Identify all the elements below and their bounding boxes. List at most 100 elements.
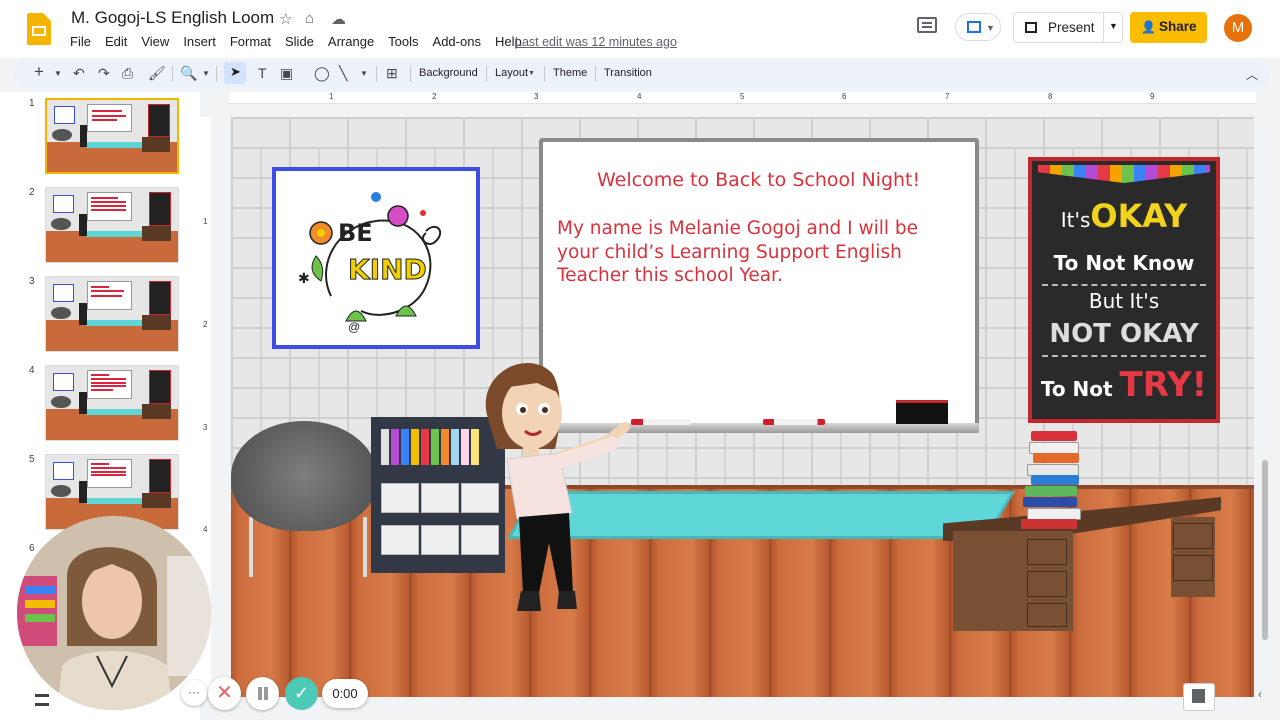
slide-canvas[interactable]: BE KIND ✱ @ Welcome to Back to School Ni…: [231, 117, 1254, 697]
poster-its: It's: [1060, 208, 1091, 232]
marker: [763, 419, 825, 425]
menu-file[interactable]: File: [70, 34, 91, 49]
text-box-icon[interactable]: T: [258, 65, 267, 81]
menu-view[interactable]: View: [141, 34, 169, 49]
menu-insert[interactable]: Insert: [183, 34, 216, 49]
slide-number: 5: [29, 454, 35, 465]
menu-arrange[interactable]: Arrange: [328, 34, 374, 49]
layout-button[interactable]: Layout: [495, 67, 528, 79]
line-chevron-icon[interactable]: ▼: [360, 69, 368, 78]
share-button[interactable]: 👤 Share: [1130, 12, 1207, 43]
poster-line4: NOT OKAY: [1049, 319, 1199, 349]
webcam-bubble[interactable]: [17, 516, 211, 710]
chevron-left-icon[interactable]: ‹: [1258, 687, 1262, 701]
image-icon[interactable]: ▣: [280, 65, 293, 82]
print-icon[interactable]: ⎙: [122, 65, 133, 82]
ruler-mark: 2: [432, 92, 437, 101]
present-label: Present: [1048, 20, 1095, 35]
ruler-mark: 3: [203, 423, 208, 432]
cloud-saved-icon[interactable]: ☁: [331, 10, 346, 28]
menu-edit[interactable]: Edit: [105, 34, 127, 49]
ruler-mark: 3: [534, 92, 539, 101]
redo-icon[interactable]: ↷: [98, 65, 110, 82]
slide-number: 6: [29, 543, 35, 554]
ruler-mark: 9: [1150, 92, 1155, 101]
slide-thumbnail-4[interactable]: [45, 365, 179, 441]
poster-try: TRY!: [1119, 365, 1208, 405]
slide-thumbnail-3[interactable]: [45, 276, 179, 352]
toolbar: + ▼ ↶ ↷ ⎙ 🖌 🔍 ▼ T ▣ ◯ ╲ ▼ ⊞ Background L…: [14, 60, 1270, 88]
last-edit-link[interactable]: Last edit was 12 minutes ago: [515, 35, 677, 49]
transition-button[interactable]: Transition: [604, 67, 652, 79]
new-slide-chevron-icon[interactable]: ▼: [54, 69, 62, 78]
cursor-icon: ➤: [230, 64, 241, 79]
present-to-meeting-icon: [967, 21, 981, 33]
svg-text:@: @: [348, 320, 360, 334]
poster-okay: OKAY: [1090, 197, 1188, 235]
ruler-mark: 4: [637, 92, 642, 101]
explore-icon[interactable]: [1183, 683, 1215, 711]
poster-line3: But It's: [1088, 289, 1160, 313]
menu-format[interactable]: Format: [230, 34, 271, 49]
share-label: Share: [1159, 19, 1197, 34]
ruler-mark: 1: [329, 92, 334, 101]
recording-cancel-button[interactable]: ✕: [208, 677, 241, 710]
svg-text:✱: ✱: [298, 270, 310, 286]
add-comment-icon[interactable]: ⊞: [386, 65, 398, 82]
be-kind-line2: KIND: [348, 253, 427, 286]
ruler-mark: 4: [203, 525, 208, 534]
collapse-toolbar-icon[interactable]: ︿: [1246, 66, 1258, 83]
background-button[interactable]: Background: [419, 67, 478, 79]
bunting-decoration: [1038, 165, 1210, 183]
slide-thumbnail-2[interactable]: [45, 187, 179, 263]
top-bar: M. Gogoj-LS English Loom ☆ ⌂ ☁ File Edit…: [0, 0, 1280, 58]
slide-number: 2: [29, 187, 35, 198]
grid-view-icon[interactable]: [35, 694, 49, 706]
select-tool[interactable]: ➤: [224, 62, 246, 84]
be-kind-line1: BE: [338, 219, 373, 247]
recording-pause-button[interactable]: [246, 677, 279, 710]
layout-chevron-icon[interactable]: ▼: [528, 70, 535, 77]
undo-icon[interactable]: ↶: [73, 65, 85, 82]
line-icon[interactable]: ╲: [339, 65, 347, 82]
vertical-scrollbar[interactable]: [1262, 460, 1268, 640]
ruler-mark: 7: [945, 92, 950, 101]
saucer-chair: [231, 421, 377, 531]
new-slide-icon[interactable]: +: [34, 62, 44, 82]
meet-button[interactable]: ▼: [955, 13, 1001, 41]
document-title[interactable]: M. Gogoj-LS English Loom: [71, 8, 274, 28]
desk: [953, 531, 1073, 631]
recording-done-button[interactable]: ✓: [285, 677, 318, 710]
present-button[interactable]: Present ▼: [1013, 12, 1123, 43]
be-kind-picture[interactable]: BE KIND ✱ @: [272, 167, 480, 349]
move-folder-icon[interactable]: ⌂: [305, 10, 314, 27]
slide-thumbnail-1[interactable]: [45, 98, 179, 174]
intro-paragraph[interactable]: My name is Melanie Gogoj and I will be y…: [557, 217, 957, 288]
poster-divider: [1042, 284, 1206, 288]
poster-line1: It'sOKAY: [1032, 197, 1216, 235]
avatar[interactable]: M: [1224, 14, 1252, 42]
star-icon[interactable]: ☆: [279, 10, 292, 28]
slides-logo-icon[interactable]: [27, 13, 51, 45]
its-okay-poster[interactable]: It'sOKAY To Not Know But It's NOT OKAY T…: [1028, 157, 1220, 423]
menu-tools[interactable]: Tools: [388, 34, 418, 49]
present-options-chevron-icon[interactable]: ▼: [1109, 21, 1118, 31]
shape-icon[interactable]: ◯: [314, 65, 330, 82]
menu-addons[interactable]: Add-ons: [433, 34, 481, 49]
welcome-heading[interactable]: Welcome to Back to School Night!: [597, 169, 920, 191]
desk-right-cabinet: [1171, 517, 1215, 597]
zoom-chevron-icon[interactable]: ▼: [202, 69, 210, 78]
horizontal-ruler[interactable]: 1 2 3 4 5 6 7 8 9: [229, 92, 1256, 104]
comments-icon[interactable]: [917, 17, 937, 33]
slide-number: 4: [29, 365, 35, 376]
recording-more-button[interactable]: ···: [181, 680, 207, 706]
recording-timer: 0:00: [322, 679, 368, 708]
person-icon: 👤: [1141, 20, 1156, 34]
zoom-icon[interactable]: 🔍: [180, 65, 197, 82]
menu-slide[interactable]: Slide: [285, 34, 314, 49]
ruler-mark: 2: [203, 320, 208, 329]
present-icon: [1025, 22, 1037, 33]
theme-button[interactable]: Theme: [553, 67, 587, 79]
bitmoji-teacher[interactable]: [477, 353, 653, 619]
paint-format-icon[interactable]: 🖌: [148, 65, 166, 82]
